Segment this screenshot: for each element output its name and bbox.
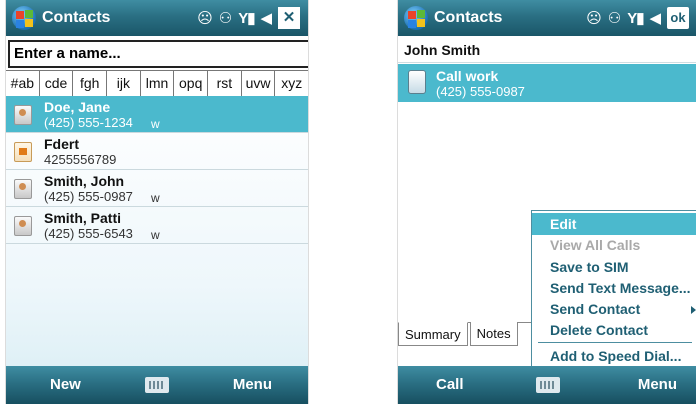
detail-tabs: Summary Notes — [398, 322, 520, 346]
menu-item-view-all-calls: View All Calls — [550, 237, 641, 253]
menu-item-send-text-message[interactable]: Send Text Message... — [532, 277, 696, 299]
menu-item-add-to-speed-dial[interactable]: Add to Speed Dial... — [532, 345, 696, 367]
alpha-tab[interactable]: uvw — [242, 71, 276, 96]
submenu-arrow-icon — [691, 306, 696, 314]
contact-name: Smith, Patti — [44, 210, 122, 226]
menu-item-label: Send Contact — [550, 301, 641, 317]
alpha-tab[interactable]: ijk — [107, 71, 141, 96]
number-kind: w — [151, 191, 160, 205]
contacts-list-screen: Contacts ☹ ⚇ Y▮ ◀ ✕ Enter a name... #ab … — [5, 0, 309, 404]
contact-row[interactable]: Smith, Patti (425) 555-6543 w — [6, 207, 308, 243]
contact-card-icon — [14, 179, 32, 199]
tab-summary[interactable]: Summary — [398, 322, 468, 346]
softkey-bar: Call Menu — [398, 366, 696, 404]
menu-separator — [538, 342, 692, 343]
contact-card-icon — [14, 216, 32, 236]
windows-start-icon[interactable] — [12, 6, 36, 30]
call-work-label: Call work — [436, 68, 499, 84]
contact-number: 4255556789 — [44, 152, 117, 167]
contact-card-icon — [14, 105, 32, 125]
contact-list: Doe, Jane (425) 555-1234 w Fdert 4255556… — [6, 96, 308, 366]
alpha-tab[interactable]: fgh — [73, 71, 108, 96]
row-divider — [6, 243, 308, 244]
menu-softkey[interactable]: Menu — [233, 376, 272, 393]
menu-item-save-to-sim[interactable]: Save to SIM — [532, 256, 696, 278]
signal-strength-icon[interactable]: Y▮ — [627, 9, 644, 27]
contact-number: (425) 555-1234 — [44, 115, 133, 130]
signal-strength-icon[interactable]: Y▮ — [238, 9, 255, 27]
connectivity-icon[interactable]: ⚇ — [608, 9, 621, 27]
contact-row[interactable]: Doe, Jane (425) 555-1234 w — [6, 96, 308, 132]
softkey-bar: New Menu — [6, 366, 308, 404]
phone-icon — [408, 70, 426, 94]
tab-notes[interactable]: Notes — [469, 322, 518, 346]
sim-card-icon — [14, 142, 32, 162]
call-work-row[interactable]: Call work (425) 555-0987 — [398, 64, 696, 102]
contact-number: (425) 555-0987 — [44, 189, 133, 204]
menu-item-edit[interactable]: Edit — [532, 213, 696, 235]
menu-item-send-contact[interactable]: Send Contact — [532, 298, 696, 320]
title-bar: Contacts ☹ ⚇ Y▮ ◀ ok — [398, 0, 696, 36]
alpha-tab[interactable]: lmn — [141, 71, 175, 96]
contact-number: (425) 555-6543 — [44, 226, 133, 241]
volume-icon[interactable]: ◀ — [260, 9, 272, 27]
context-menu: Edit View All Calls Save to SIM Send Tex… — [531, 210, 696, 367]
contact-row[interactable]: Smith, John (425) 555-0987 w — [6, 170, 308, 206]
message-bubble-icon[interactable]: ☹ — [197, 9, 213, 27]
contact-detail-screen: Contacts ☹ ⚇ Y▮ ◀ ok John Smith Call wor… — [397, 0, 696, 404]
alpha-tab[interactable]: rst — [208, 71, 242, 96]
contact-name: Doe, Jane — [44, 99, 111, 115]
status-tray: ☹ ⚇ Y▮ ◀ ✕ — [197, 6, 300, 30]
alpha-tab[interactable]: cde — [40, 71, 74, 96]
alpha-tab[interactable]: xyz — [275, 71, 308, 96]
keyboard-icon[interactable] — [145, 377, 169, 393]
contact-name: Smith, John — [44, 173, 125, 189]
new-softkey[interactable]: New — [50, 376, 81, 393]
alpha-tab[interactable]: opq — [174, 71, 209, 96]
connectivity-icon[interactable]: ⚇ — [219, 9, 232, 27]
alpha-tab[interactable]: #ab — [6, 71, 40, 96]
windows-start-icon[interactable] — [404, 6, 428, 30]
call-softkey[interactable]: Call — [436, 376, 464, 393]
contact-header-name: John Smith — [404, 42, 481, 58]
title-bar: Contacts ☹ ⚇ Y▮ ◀ ✕ — [6, 0, 308, 36]
keyboard-icon[interactable] — [535, 377, 560, 393]
close-button[interactable]: ✕ — [278, 7, 300, 29]
header-divider — [398, 62, 696, 63]
message-bubble-icon[interactable]: ☹ — [586, 9, 602, 27]
app-title: Contacts — [42, 9, 111, 26]
volume-icon[interactable]: ◀ — [649, 9, 661, 27]
search-input[interactable]: Enter a name... — [8, 40, 308, 68]
alpha-index-bar: #ab cde fgh ijk lmn opq rst uvw xyz — [6, 70, 308, 97]
menu-item-delete-contact[interactable]: Delete Contact — [532, 319, 696, 341]
app-title: Contacts — [434, 9, 503, 26]
menu-softkey[interactable]: Menu — [638, 376, 677, 393]
call-work-number: (425) 555-0987 — [436, 84, 525, 99]
status-tray: ☹ ⚇ Y▮ ◀ ok — [586, 6, 689, 30]
ok-button[interactable]: ok — [667, 7, 689, 29]
contact-name: Fdert — [44, 136, 79, 152]
number-kind: w — [151, 117, 160, 131]
contact-row[interactable]: Fdert 4255556789 — [6, 133, 308, 169]
number-kind: w — [151, 228, 160, 242]
